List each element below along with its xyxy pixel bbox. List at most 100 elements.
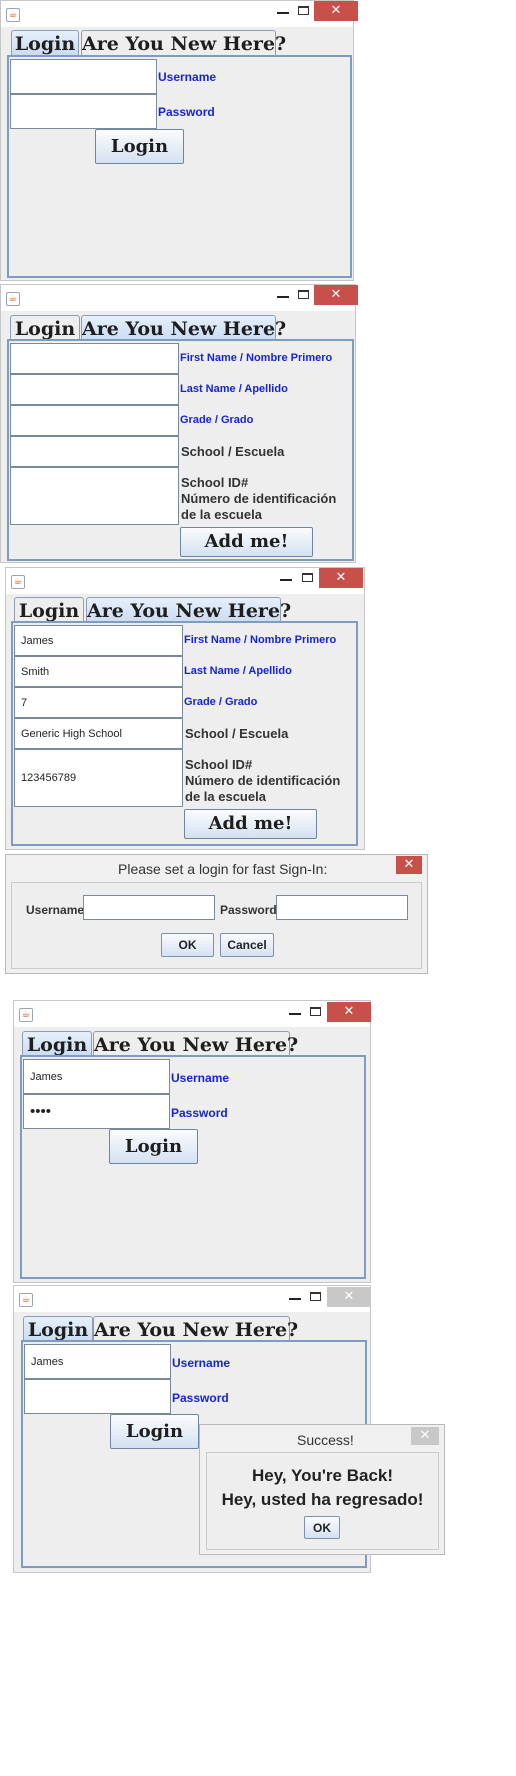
last-name-input[interactable] (10, 374, 179, 405)
tab-login[interactable]: Login (11, 30, 79, 57)
username-input[interactable]: James (24, 1344, 171, 1379)
close-button[interactable]: ✕ (396, 856, 422, 874)
username-input[interactable] (10, 59, 157, 94)
last-name-label: Last Name / Apellido (180, 383, 288, 395)
school-id-label-line1: School ID# (185, 757, 253, 772)
dialog-content: Hey, You're Back! Hey, usted ha regresad… (206, 1452, 439, 1550)
username-label: Username (172, 1356, 231, 1370)
tab-new-here[interactable]: Are You New Here? (93, 1316, 298, 1343)
java-cup-icon: ☕ (19, 1008, 33, 1022)
username-input[interactable] (83, 895, 215, 920)
tab-new-here[interactable]: Are You New Here? (93, 1031, 298, 1058)
first-name-label: First Name / Nombre Primero (180, 352, 333, 364)
success-dialog: Success! ✕ Hey, You're Back! Hey, usted … (199, 1424, 445, 1555)
close-button[interactable]: ✕ (314, 1, 358, 21)
java-cup-icon: ☕ (6, 8, 20, 22)
login-button[interactable]: Login (109, 1129, 198, 1164)
java-cup-icon: ☕ (19, 1293, 33, 1307)
minimize-icon[interactable] (277, 12, 289, 14)
password-input[interactable]: •••• (23, 1094, 170, 1129)
school-label: School / Escuela (185, 726, 289, 741)
java-cup-icon: ☕ (6, 292, 20, 306)
first-name-input[interactable]: James (14, 625, 183, 656)
title-bar: ☕ ✕ (14, 1286, 371, 1312)
close-button[interactable]: ✕ (319, 568, 363, 588)
username-label: Username (171, 1071, 230, 1085)
password-input[interactable] (24, 1379, 171, 1414)
school-id-label-line3: de la escuela (185, 789, 266, 804)
tab-new-here[interactable]: Are You New Here? (86, 597, 291, 624)
dialog-title: Success! (297, 1432, 354, 1448)
school-id-label-line2: Número de identificación (185, 773, 341, 788)
success-message-line2: Hey, usted ha regresado! (221, 1490, 424, 1509)
register-window-filled: ☕ ✕ Login Are You New Here? James First … (5, 567, 365, 850)
login-window-empty: ☕ ✕ Login Are You New Here? Username Pas… (0, 0, 358, 281)
tab-login[interactable]: Login (22, 1031, 92, 1058)
tab-panel: James First Name / Nombre Primero Smith … (11, 621, 358, 846)
school-id-input[interactable] (10, 467, 179, 525)
first-name-input[interactable] (10, 343, 179, 374)
tab-login[interactable]: Login (23, 1316, 93, 1343)
grade-label: Grade / Grado (180, 414, 254, 426)
password-label: Password (172, 1391, 229, 1405)
school-input[interactable] (10, 436, 179, 467)
grade-label: Grade / Grado (184, 696, 258, 708)
password-input[interactable] (276, 895, 408, 920)
tab-panel: First Name / Nombre Primero Last Name / … (7, 339, 354, 561)
tab-panel: Username Password Login (7, 55, 352, 278)
school-input[interactable]: Generic High School (14, 718, 183, 749)
tab-new-here[interactable]: Are You New Here? (81, 315, 286, 342)
minimize-icon[interactable] (280, 579, 292, 581)
login-button[interactable]: Login (110, 1414, 199, 1449)
tab-login[interactable]: Login (10, 315, 80, 342)
school-id-input[interactable]: 123456789 (14, 749, 183, 807)
register-window-empty: ☕ ✕ Login Are You New Here? First Name /… (0, 284, 358, 563)
minimize-icon[interactable] (289, 1013, 301, 1015)
password-input[interactable] (10, 94, 157, 129)
tab-new-here[interactable]: Are You New Here? (81, 30, 286, 57)
first-name-label: First Name / Nombre Primero (184, 634, 337, 646)
maximize-icon[interactable] (310, 1007, 321, 1016)
cancel-button[interactable]: Cancel (220, 933, 274, 957)
close-button[interactable]: ✕ (314, 285, 358, 305)
title-bar: ☕ ✕ (6, 568, 364, 594)
maximize-icon[interactable] (310, 1292, 321, 1301)
password-label: Password (171, 1106, 228, 1120)
username-input[interactable]: James (23, 1059, 170, 1094)
close-button[interactable]: ✕ (327, 1002, 371, 1022)
tab-panel: James Username •••• Password Login (20, 1055, 366, 1279)
school-id-label-line1: School ID# (181, 475, 249, 490)
minimize-icon[interactable] (289, 1298, 301, 1300)
title-bar: ☕ ✕ (1, 285, 358, 311)
dialog-content: Username Password OK Cancel (11, 882, 422, 969)
school-label: School / Escuela (181, 444, 285, 459)
dialog-title: Please set a login for fast Sign-In: (118, 861, 328, 877)
school-id-label-line2: Número de identificación (181, 491, 337, 506)
last-name-input[interactable]: Smith (14, 656, 183, 687)
title-bar: ☕ ✕ (14, 1001, 371, 1027)
ok-button[interactable]: OK (304, 1516, 340, 1539)
tab-login[interactable]: Login (14, 597, 84, 624)
maximize-icon[interactable] (298, 290, 309, 299)
password-label: Password (220, 903, 277, 917)
password-label: Password (158, 105, 215, 119)
add-me-button[interactable]: Add me! (180, 527, 313, 557)
minimize-icon[interactable] (277, 296, 289, 298)
ok-button[interactable]: OK (161, 933, 214, 957)
close-button[interactable]: ✕ (411, 1427, 439, 1445)
add-me-button[interactable]: Add me! (184, 809, 317, 839)
set-login-dialog: Please set a login for fast Sign-In: ✕ U… (5, 854, 428, 974)
login-window-filled: ☕ ✕ Login Are You New Here? James Userna… (13, 1000, 371, 1283)
success-message-line1: Hey, You're Back! (251, 1466, 394, 1485)
maximize-icon[interactable] (302, 573, 313, 582)
maximize-icon[interactable] (298, 6, 309, 15)
close-button[interactable]: ✕ (327, 1287, 371, 1307)
login-button[interactable]: Login (95, 129, 184, 164)
grade-input[interactable] (10, 405, 179, 436)
title-bar: ☕ ✕ (1, 1, 358, 27)
last-name-label: Last Name / Apellido (184, 665, 292, 677)
school-id-label-line3: de la escuela (181, 507, 262, 522)
username-label: Username (26, 903, 85, 917)
grade-input[interactable]: 7 (14, 687, 183, 718)
username-label: Username (158, 70, 217, 84)
